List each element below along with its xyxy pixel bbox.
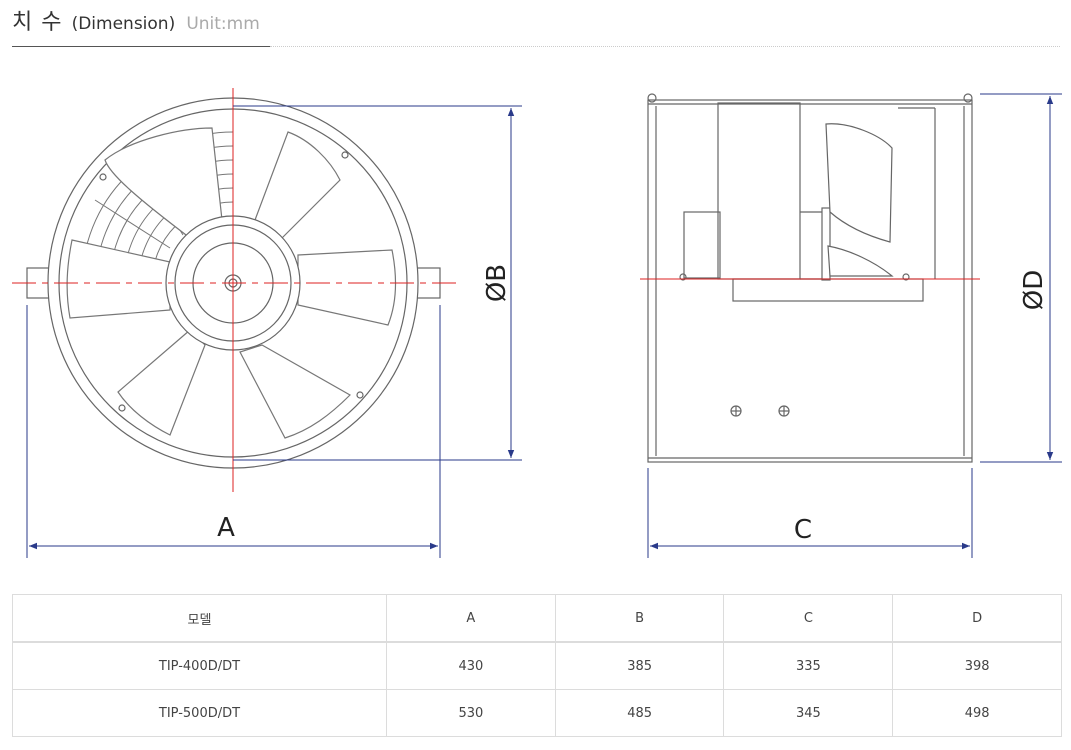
cell-d: 398: [892, 641, 1062, 690]
header-c: C: [723, 594, 894, 643]
header-model: 모델: [12, 594, 387, 643]
cell-a: 530: [385, 689, 556, 737]
table-header-row: 모델 A B C D: [12, 594, 1062, 643]
dimension-label-c: C: [794, 515, 812, 545]
dimension-table: 모델 A B C D TIP-400D/DT 430 385 335 398 T…: [12, 594, 1062, 737]
dimension-drawing: A ØB C ØD: [12, 88, 1062, 558]
heading-title-korean: 치 수: [12, 10, 63, 35]
heading-underline: [12, 46, 270, 47]
table-row: TIP-400D/DT 430 385 335 398: [12, 641, 1062, 690]
cell-c: 345: [723, 689, 894, 737]
cell-b: 485: [554, 689, 725, 737]
heading-title-english: (Dimension): [71, 14, 176, 34]
side-view: [647, 93, 973, 463]
table-row: TIP-500D/DT 530 485 345 498: [12, 689, 1062, 737]
dimension-label-a: A: [217, 513, 235, 543]
cell-model: TIP-400D/DT: [12, 641, 387, 690]
section-heading: 치 수 (Dimension) Unit:mm: [12, 4, 260, 35]
cell-b: 385: [554, 641, 725, 690]
header-b: B: [554, 594, 725, 643]
cell-model: TIP-500D/DT: [12, 689, 387, 737]
cell-d: 498: [892, 689, 1062, 737]
dimension-label-d: ØD: [1019, 270, 1049, 311]
dimension-label-b: ØB: [482, 264, 512, 302]
heading-unit: Unit:mm: [186, 14, 260, 34]
cell-c: 335: [723, 641, 894, 690]
header-a: A: [385, 594, 556, 643]
cell-a: 430: [385, 641, 556, 690]
header-d: D: [892, 594, 1062, 643]
heading-divider: [270, 46, 1060, 47]
